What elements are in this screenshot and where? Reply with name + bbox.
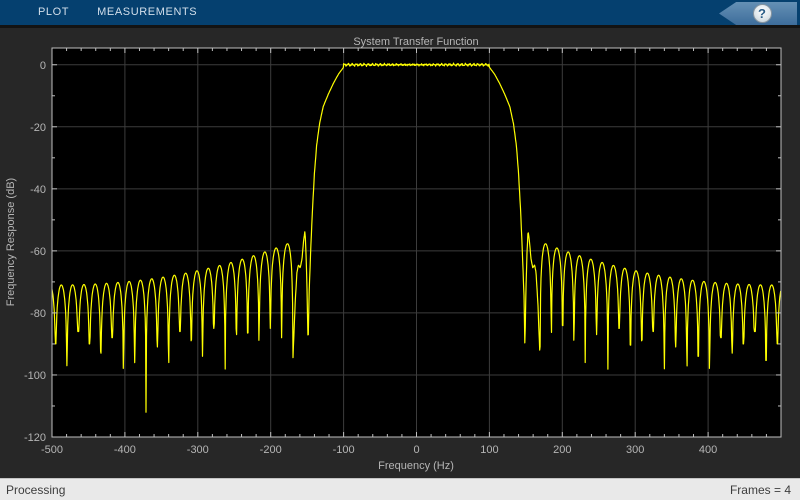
y-tick-label: -100 [24, 370, 46, 382]
help-arrow: ? [719, 2, 797, 25]
x-tick-label: -100 [333, 444, 355, 456]
tab-measurements[interactable]: MEASUREMENTS [83, 0, 211, 25]
figure-area: -500 -400 -300 -200 -100 0 100 200 300 400 0 -20 -40… [0, 31, 800, 478]
y-tick-label: -120 [24, 432, 46, 444]
status-message: Processing [6, 482, 66, 497]
y-tick-label: -80 [30, 308, 46, 320]
x-tick-label: 100 [480, 444, 498, 456]
y-tick-label: 0 [40, 60, 46, 72]
status-bar: Processing Frames = 4 [0, 478, 800, 500]
y-tick-label: -60 [30, 246, 46, 258]
x-tick-label: 0 [413, 444, 419, 456]
transfer-function-chart[interactable]: -500 -400 -300 -200 -100 0 100 200 300 400 0 -20 -40… [0, 31, 800, 478]
y-tick-label: -40 [30, 184, 46, 196]
help-button[interactable]: ? [752, 4, 772, 23]
x-axis-label: Frequency (Hz) [378, 460, 454, 472]
x-tick-label: -400 [114, 444, 136, 456]
x-tick-label: 200 [553, 444, 571, 456]
y-tick-label: -20 [30, 122, 46, 134]
x-tick-label: 400 [699, 444, 717, 456]
x-tick-label: -500 [41, 444, 63, 456]
tab-plot[interactable]: PLOT [24, 0, 83, 25]
question-icon: ? [758, 6, 766, 21]
y-axis-label: Frequency Response (dB) [5, 178, 17, 306]
frames-counter: Frames = 4 [729, 482, 791, 497]
plot-title: System Transfer Function [353, 36, 478, 48]
toolbar: PLOT MEASUREMENTS ? [0, 0, 800, 28]
x-tick-label: -200 [260, 444, 282, 456]
x-tick-label: 300 [626, 444, 644, 456]
x-tick-label: -300 [187, 444, 209, 456]
